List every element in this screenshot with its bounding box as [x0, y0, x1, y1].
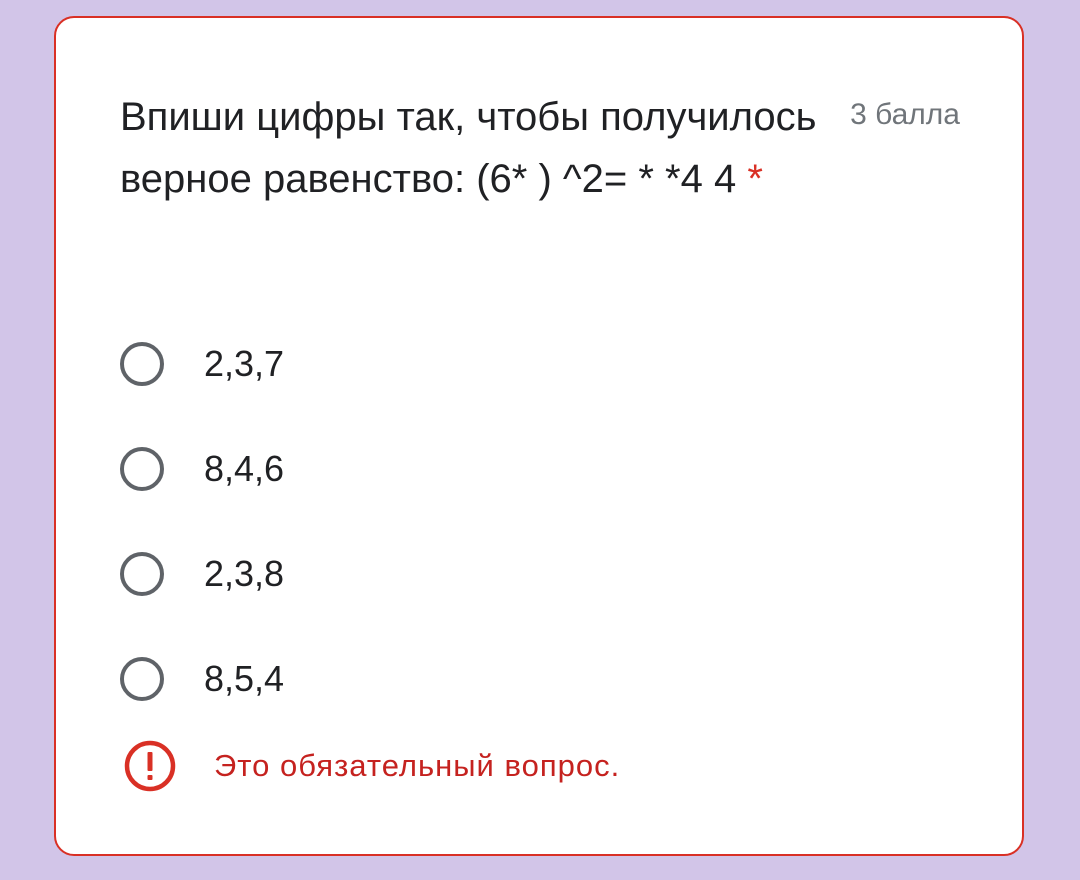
radio-button[interactable] — [120, 447, 164, 491]
option-8-4-6[interactable]: 8,4,6 — [120, 443, 284, 495]
radio-button[interactable] — [120, 342, 164, 386]
option-8-5-4[interactable]: 8,5,4 — [120, 653, 284, 705]
option-label: 2,3,8 — [204, 553, 285, 594]
question-text: Впиши цифры так, чтобы получилось верное… — [120, 95, 817, 201]
required-error: Это обязательный вопрос. — [124, 740, 620, 792]
radio-button[interactable] — [120, 552, 164, 596]
error-message: Это обязательный вопрос. — [214, 748, 621, 783]
required-asterisk: * — [747, 157, 763, 201]
question-title: Впиши цифры так, чтобы получилось верное… — [120, 86, 840, 210]
error-icon — [124, 740, 176, 792]
option-2-3-8[interactable]: 2,3,8 — [120, 548, 284, 600]
option-label: 8,5,4 — [204, 658, 285, 699]
option-label: 2,3,7 — [204, 343, 285, 384]
radio-button[interactable] — [120, 657, 164, 701]
option-2-3-7[interactable]: 2,3,7 — [120, 338, 284, 390]
options-list: 2,3,7 8,4,6 2,3,8 8,5,4 — [120, 338, 284, 758]
option-label: 8,4,6 — [204, 448, 285, 489]
points-label: 3 балла — [850, 98, 960, 131]
question-card: Впиши цифры так, чтобы получилось верное… — [54, 16, 1024, 856]
